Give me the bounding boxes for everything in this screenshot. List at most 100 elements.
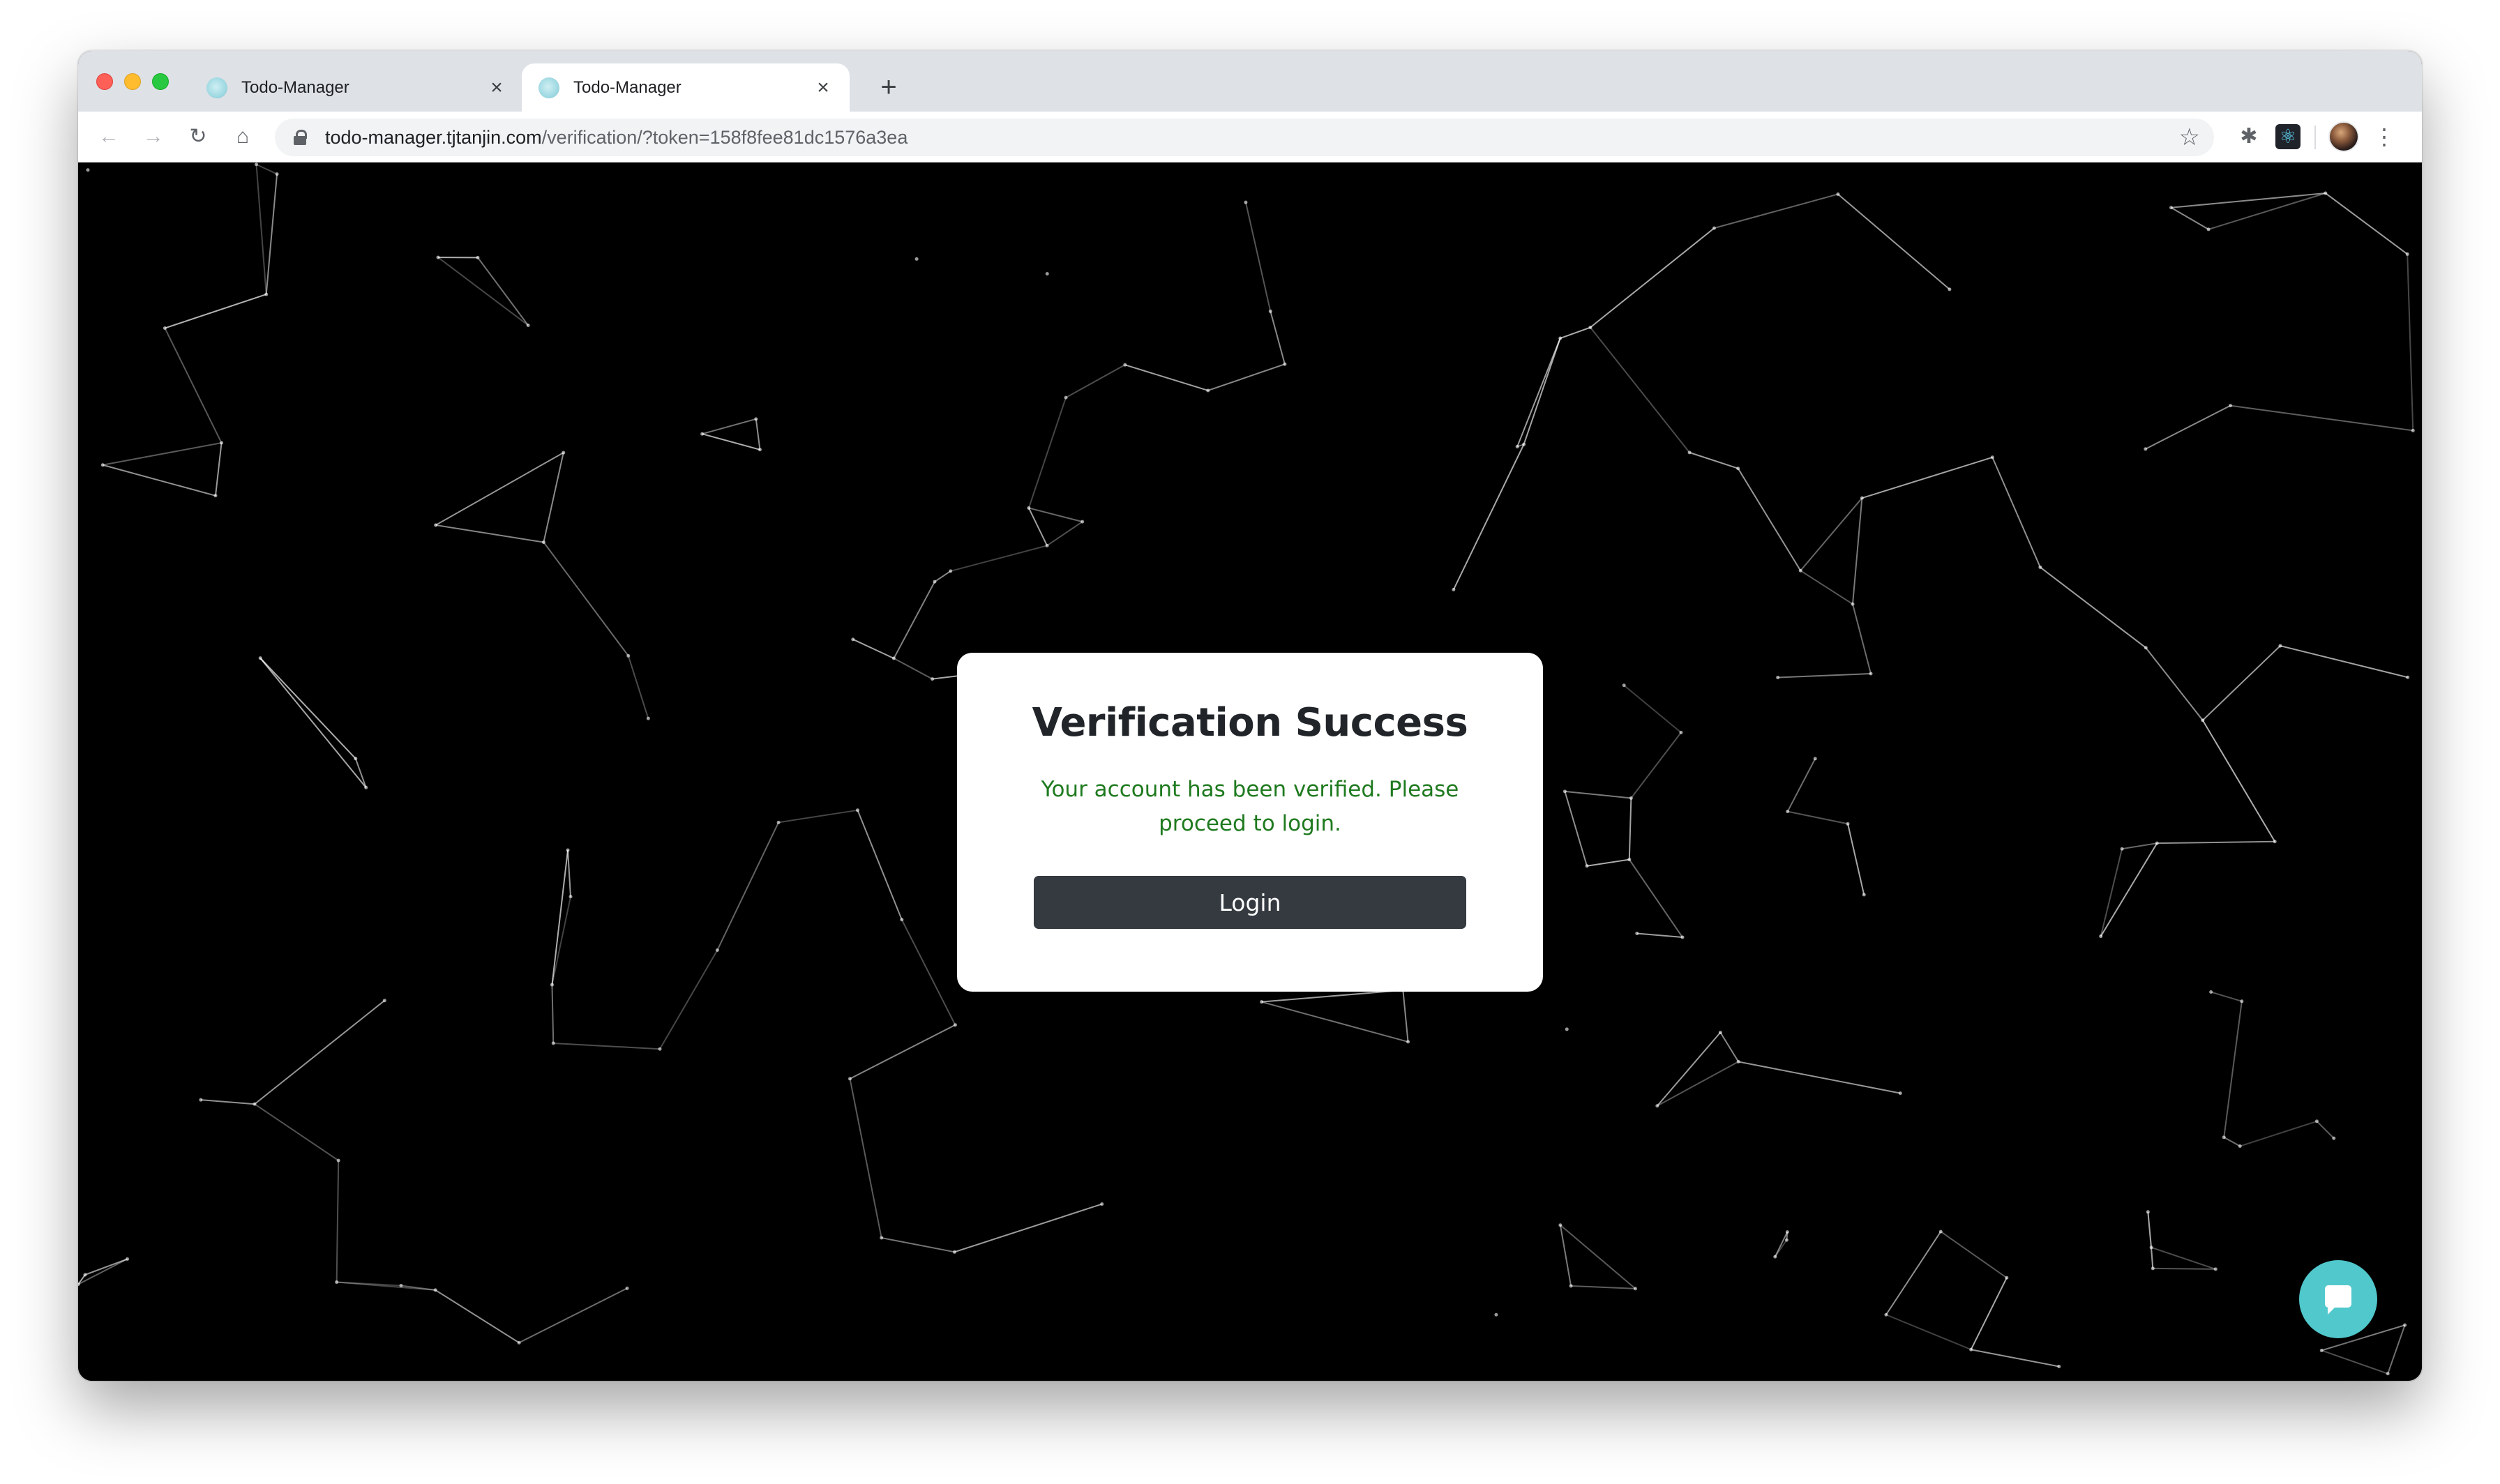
network-link	[659, 950, 718, 1050]
profile-avatar[interactable]	[2328, 121, 2359, 152]
window-close-button[interactable]	[96, 73, 113, 90]
network-node	[2005, 1275, 2009, 1280]
network-link	[1719, 1031, 1740, 1062]
network-node	[2201, 718, 2205, 722]
network-link	[543, 452, 564, 543]
network-node	[86, 168, 90, 172]
network-node	[2120, 847, 2124, 851]
network-link	[901, 919, 956, 1026]
network-link	[1847, 824, 1865, 895]
network-node	[2144, 646, 2148, 650]
network-link	[1571, 1285, 1636, 1289]
network-link	[1565, 790, 1632, 799]
verification-message: Your account has been verified. Please p…	[1041, 777, 1459, 836]
network-link	[2325, 192, 2408, 255]
modal-title: Verification Success	[1032, 700, 1468, 745]
chat-bubble-icon	[2325, 1285, 2351, 1315]
network-link	[2223, 1137, 2241, 1147]
network-node	[550, 983, 554, 987]
network-node	[1798, 568, 1802, 573]
network-node	[1712, 226, 1716, 230]
network-node	[1629, 796, 1633, 800]
network-node	[2411, 428, 2415, 432]
favicon-icon	[206, 77, 227, 98]
network-node	[2314, 1119, 2319, 1123]
login-button[interactable]: Login	[1034, 876, 1466, 929]
network-link	[1737, 468, 1802, 571]
network-link	[1623, 684, 1682, 734]
network-node	[258, 656, 262, 660]
network-link	[1940, 1231, 2008, 1279]
home-icon[interactable]: ⌂	[230, 124, 255, 149]
network-link	[881, 1237, 955, 1253]
network-node	[2238, 1144, 2242, 1149]
network-node	[1846, 821, 1850, 826]
network-link	[2157, 840, 2275, 845]
network-node	[1869, 672, 1873, 676]
network-node	[2206, 227, 2211, 232]
network-link	[553, 1042, 661, 1050]
address-bar[interactable]: todo-manager.tjtanjin.com/verification/?…	[275, 119, 2214, 156]
extensions-puzzle-icon[interactable]: ✱	[2236, 124, 2261, 149]
react-devtools-icon[interactable]: ⚛	[2275, 124, 2301, 149]
network-node	[1938, 1229, 1943, 1234]
tab-close-icon[interactable]: ×	[811, 75, 836, 100]
address-url[interactable]: todo-manager.tjtanjin.com/verification/?…	[325, 127, 908, 149]
network-node	[2038, 565, 2042, 569]
network-node	[476, 255, 480, 259]
network-node	[254, 162, 258, 167]
window-zoom-button[interactable]	[152, 73, 169, 90]
network-node	[1558, 336, 1562, 340]
network-node	[1633, 1287, 1637, 1291]
tab-todo-manager-1[interactable]: Todo-Manager ×	[190, 63, 518, 112]
network-node	[1558, 1223, 1562, 1227]
network-node	[1862, 893, 1866, 897]
back-arrow-icon[interactable]: ←	[96, 124, 121, 149]
network-link	[1065, 364, 1126, 398]
network-node	[336, 1158, 340, 1163]
favicon-icon	[539, 77, 559, 98]
network-link	[165, 294, 267, 329]
toolbar-divider	[2314, 126, 2316, 149]
forward-arrow-icon[interactable]: →	[141, 124, 166, 149]
chat-launcher-button[interactable]	[2299, 1260, 2377, 1338]
network-node	[264, 292, 269, 296]
new-tab-button[interactable]: +	[873, 72, 904, 103]
network-node	[382, 999, 386, 1003]
network-link	[1689, 451, 1738, 469]
network-node	[126, 1257, 130, 1261]
network-link	[2407, 254, 2414, 431]
network-link	[259, 657, 356, 759]
network-node	[199, 1098, 203, 1102]
network-link	[254, 999, 385, 1105]
network-node	[646, 716, 650, 720]
network-link	[1564, 791, 1588, 867]
lock-icon[interactable]	[293, 130, 308, 145]
network-node	[1565, 1027, 1569, 1031]
network-node	[1948, 287, 1952, 292]
bookmark-star-icon[interactable]: ☆	[2179, 124, 2200, 151]
network-link	[716, 821, 779, 951]
network-node	[568, 895, 573, 899]
network-link	[543, 541, 629, 656]
network-node	[1206, 388, 1210, 393]
network-link	[1837, 193, 1950, 290]
network-link	[1636, 932, 1683, 938]
network-node	[2324, 191, 2328, 195]
reload-icon[interactable]: ↻	[186, 124, 211, 149]
network-link	[1774, 1239, 1788, 1257]
menu-kebab-icon[interactable]: ⋮	[2373, 124, 2395, 149]
tab-close-icon[interactable]: ×	[484, 75, 509, 100]
network-node	[1635, 932, 1639, 936]
network-link	[1630, 732, 1682, 799]
network-link	[1590, 227, 1715, 328]
network-link	[2239, 1120, 2317, 1147]
network-node	[931, 677, 935, 681]
network-node	[2146, 1210, 2150, 1214]
network-node	[364, 785, 368, 789]
tab-todo-manager-2[interactable]: Todo-Manager ×	[522, 63, 850, 112]
window-minimize-button[interactable]	[124, 73, 141, 90]
network-node	[2144, 447, 2148, 451]
network-node	[2273, 840, 2277, 844]
network-node	[891, 656, 896, 660]
